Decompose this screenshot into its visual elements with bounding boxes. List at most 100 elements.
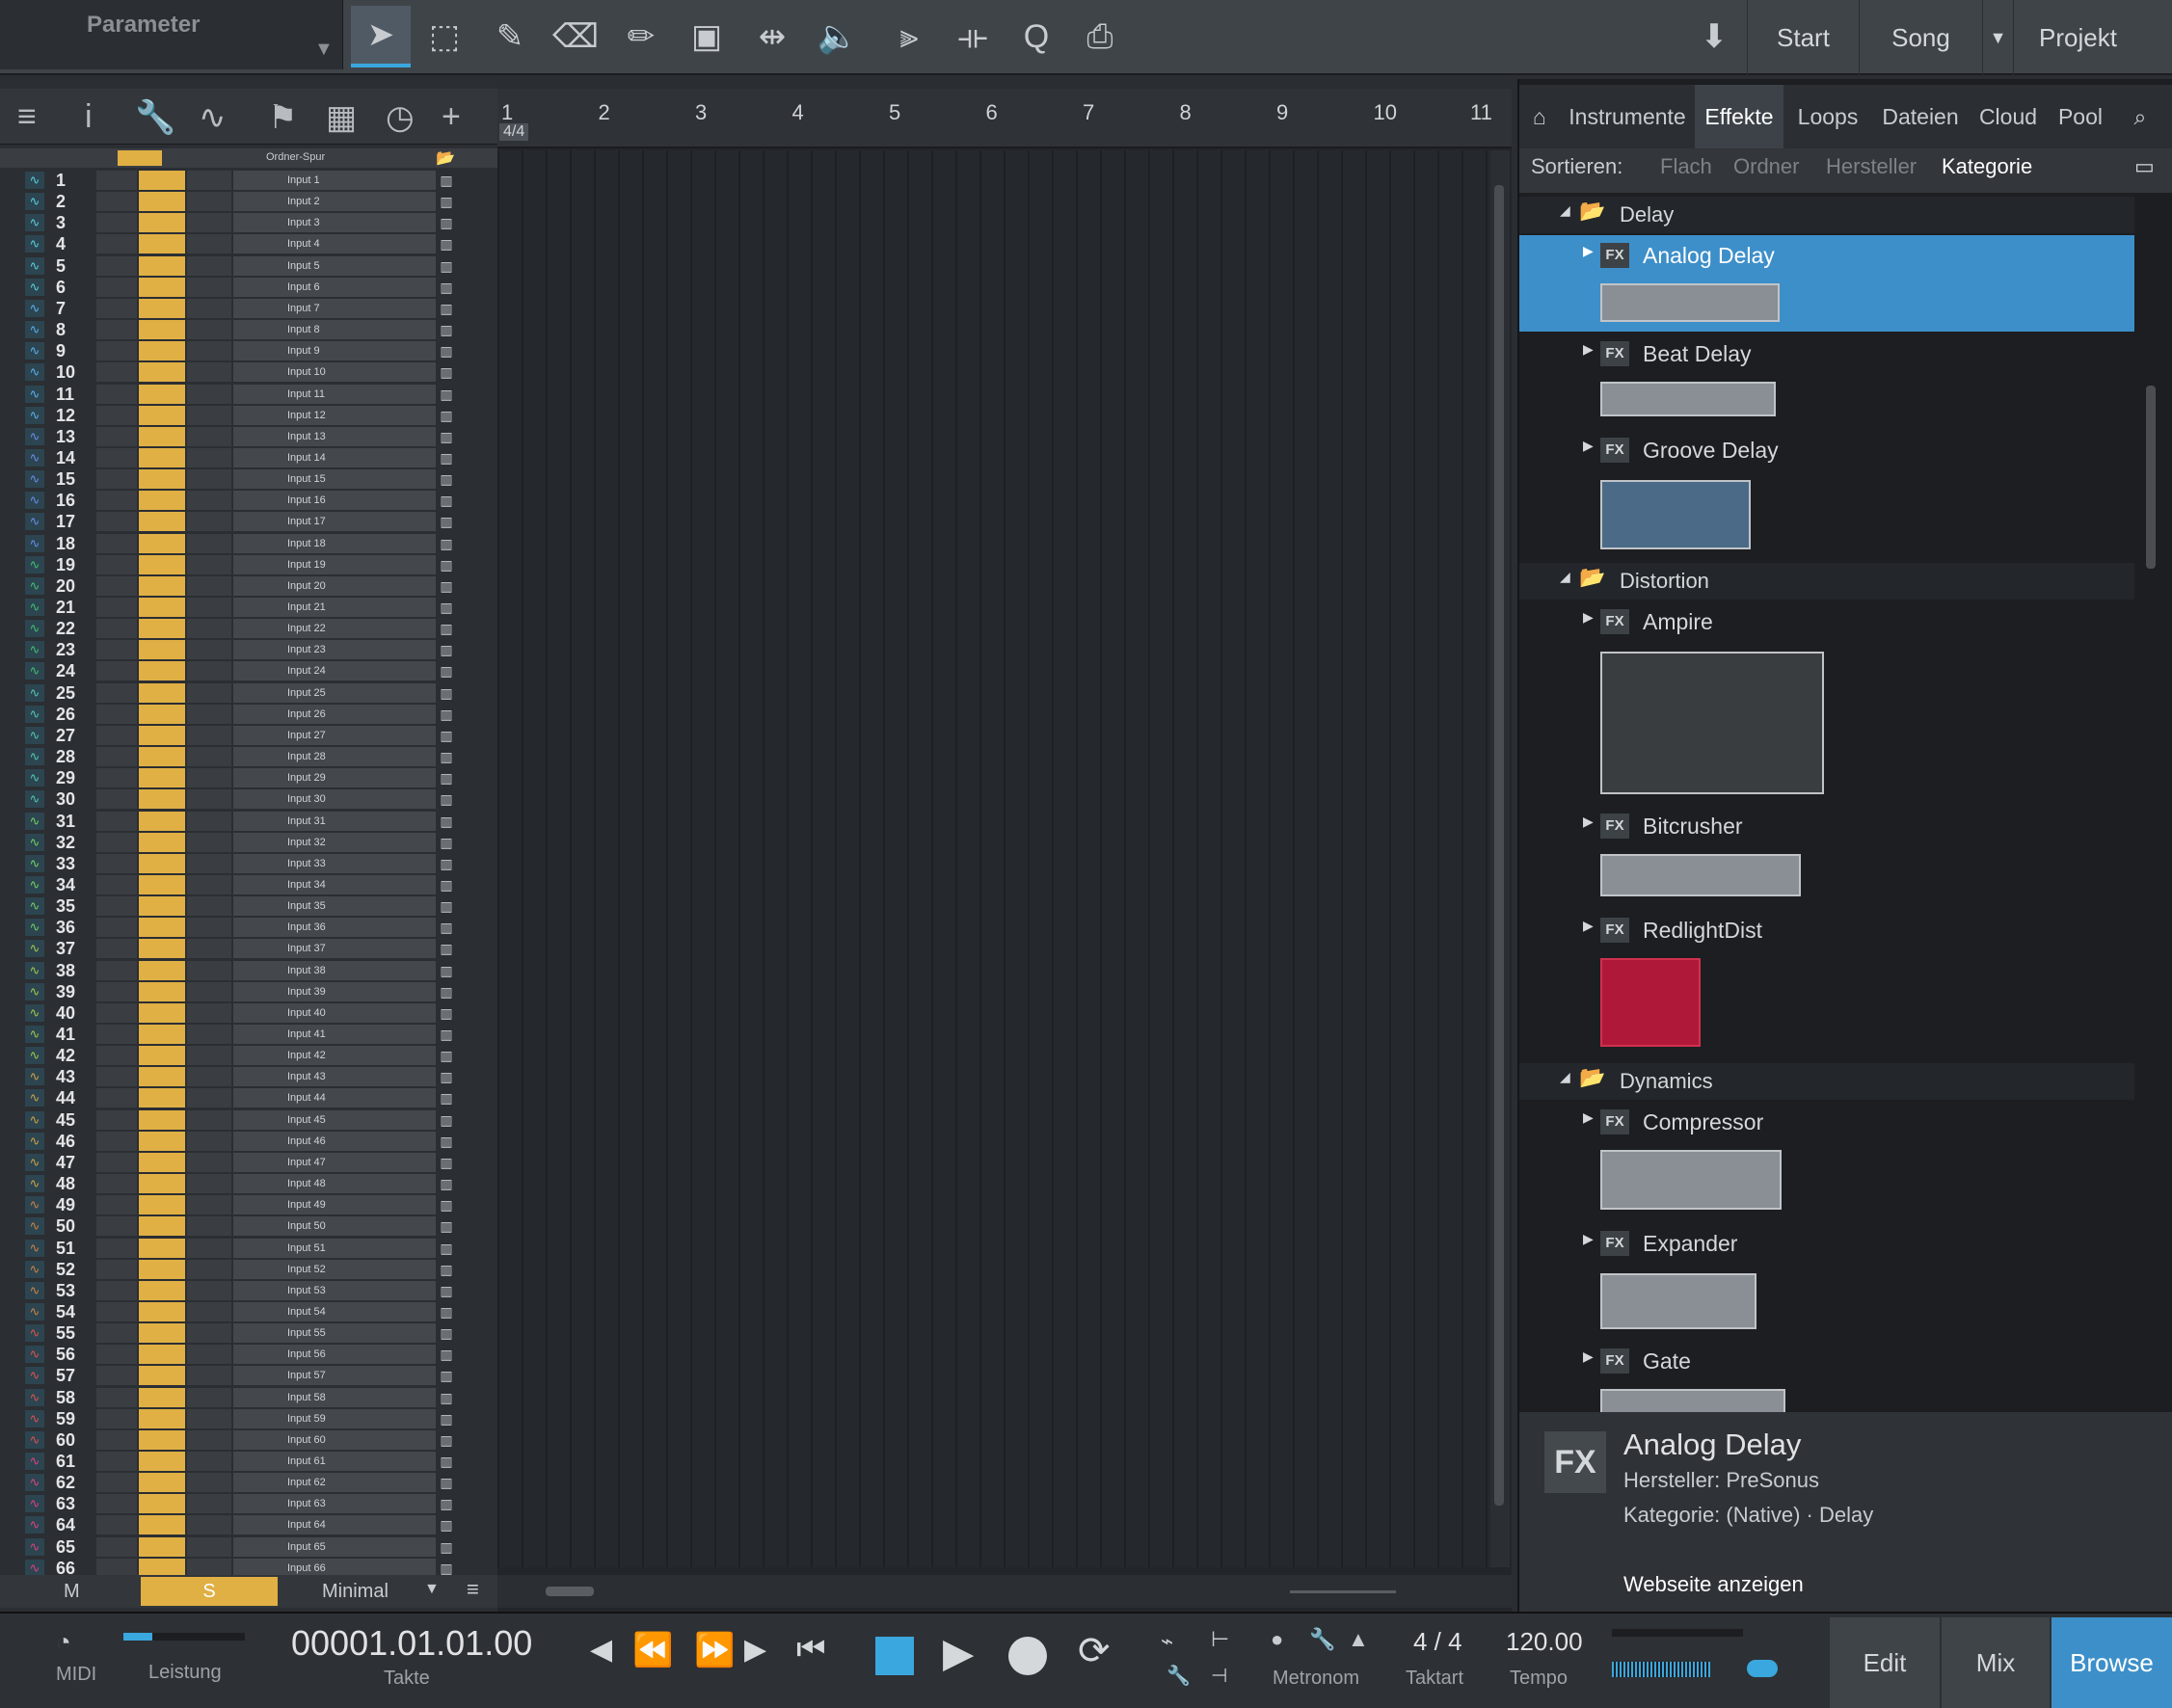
track-row[interactable]: ∿ 33 Input 33 ▥ [0, 853, 497, 874]
track-input[interactable]: Input 27 [233, 725, 436, 745]
track-record-cell[interactable] [187, 426, 231, 446]
track-input[interactable]: Input 38 [233, 960, 436, 980]
track-color-cell[interactable] [139, 1473, 185, 1493]
track-input[interactable]: Input 64 [233, 1515, 436, 1535]
play-button[interactable]: ▶ [943, 1629, 974, 1676]
category-distortion[interactable]: ◢ 📂 Distortion [1519, 563, 2134, 600]
track-input[interactable]: Input 49 [233, 1195, 436, 1215]
track-record-cell[interactable] [187, 447, 231, 467]
keyboard-icon[interactable]: ▥ [436, 171, 457, 190]
parameter-field[interactable]: Parameter ▼ [0, 0, 343, 69]
track-mute-cell[interactable] [96, 255, 137, 276]
tab-effekte[interactable]: Effekte [1695, 85, 1783, 148]
track-color-cell[interactable] [139, 661, 185, 681]
track-row[interactable]: ∿ 40 Input 40 ▥ [0, 1002, 497, 1024]
track-input[interactable]: Input 22 [233, 619, 436, 639]
keyboard-icon[interactable]: ▥ [436, 1345, 457, 1364]
track-input[interactable]: Input 17 [233, 512, 436, 532]
track-color-cell[interactable] [139, 1452, 185, 1471]
track-record-cell[interactable] [187, 1387, 231, 1407]
keyboard-icon[interactable]: ▥ [436, 234, 457, 254]
keyboard-icon[interactable]: ▥ [436, 661, 457, 681]
return-to-zero-icon[interactable]: ⏮ [796, 1631, 826, 1668]
track-mute-cell[interactable] [96, 1536, 137, 1557]
keyboard-icon[interactable]: ▥ [436, 918, 457, 937]
track-mute-cell[interactable] [96, 1002, 137, 1023]
keyboard-icon[interactable]: ▥ [436, 747, 457, 766]
track-record-cell[interactable] [187, 1323, 231, 1344]
track-input[interactable]: Input 47 [233, 1152, 436, 1172]
track-input[interactable]: Input 19 [233, 554, 436, 574]
fx-item-redlightdist[interactable]: ▶ FX RedlightDist [1519, 910, 2134, 1051]
track-record-cell[interactable] [187, 1259, 231, 1279]
track-record-cell[interactable] [187, 1536, 231, 1557]
track-color-cell[interactable] [139, 1301, 185, 1321]
track-row[interactable]: ∿ 63 Input 63 ▥ [0, 1493, 497, 1514]
mute-tool-icon[interactable]: ▣ [677, 6, 737, 67]
track-mute-cell[interactable] [96, 1109, 137, 1130]
track-record-cell[interactable] [187, 554, 231, 574]
track-row[interactable]: ∿ 47 Input 47 ▥ [0, 1152, 497, 1173]
track-record-cell[interactable] [187, 575, 231, 596]
track-color-cell[interactable] [139, 640, 185, 660]
keyboard-icon[interactable]: ▥ [436, 534, 457, 553]
track-input[interactable]: Input 20 [233, 575, 436, 596]
track-row[interactable]: ∿ 44 Input 44 ▥ [0, 1087, 497, 1108]
sort-ordner[interactable]: Ordner [1733, 154, 1799, 179]
track-input[interactable]: Input 61 [233, 1452, 436, 1471]
track-color-cell[interactable] [139, 789, 185, 810]
track-input[interactable]: Input 32 [233, 832, 436, 852]
keyboard-icon[interactable]: ▥ [436, 576, 457, 596]
track-color-cell[interactable] [139, 491, 185, 511]
track-mute-cell[interactable] [96, 832, 137, 852]
track-mute-cell[interactable] [96, 1216, 137, 1237]
track-mute-cell[interactable] [96, 682, 137, 703]
track-color-cell[interactable] [139, 1174, 185, 1194]
track-mute-cell[interactable] [96, 341, 137, 361]
view-select[interactable]: Minimal [322, 1581, 389, 1603]
stop-button[interactable] [875, 1637, 914, 1675]
track-record-cell[interactable] [187, 1002, 231, 1023]
track-color-cell[interactable] [139, 981, 185, 1001]
keyboard-icon[interactable]: ▥ [436, 1323, 457, 1343]
track-color-cell[interactable] [139, 1109, 185, 1130]
prev-marker-icon[interactable]: ◀ [590, 1633, 612, 1667]
signature-display[interactable]: 4 / 4 [1413, 1627, 1462, 1657]
nav-start-button[interactable]: Start [1747, 0, 1859, 75]
track-row[interactable]: ∿ 56 Input 56 ▥ [0, 1344, 497, 1365]
metronome-dot-icon[interactable]: ● [1271, 1627, 1283, 1652]
track-mute-cell[interactable] [96, 1131, 137, 1151]
keyboard-icon[interactable]: ▥ [436, 299, 457, 318]
track-record-cell[interactable] [187, 1429, 231, 1450]
tab-instrumente[interactable]: Instrumente [1560, 85, 1695, 148]
track-mute-cell[interactable] [96, 1515, 137, 1535]
track-row[interactable]: ∿ 61 Input 61 ▥ [0, 1451, 497, 1472]
bend-tool-icon[interactable]: ⇹ [742, 6, 802, 67]
track-input[interactable]: Input 23 [233, 640, 436, 660]
track-color-cell[interactable] [139, 768, 185, 788]
track-record-cell[interactable] [187, 853, 231, 873]
track-color-cell[interactable] [139, 1046, 185, 1066]
track-record-cell[interactable] [187, 682, 231, 703]
track-row[interactable]: ∿ 28 Input 28 ▥ [0, 746, 497, 767]
paint-tool-icon[interactable]: ✏ [611, 6, 671, 67]
track-record-cell[interactable] [187, 725, 231, 745]
track-mute-cell[interactable] [96, 1429, 137, 1450]
keyboard-icon[interactable]: ▥ [436, 812, 457, 831]
track-row[interactable]: ∿ 4 Input 4 ▥ [0, 233, 497, 254]
track-input[interactable]: Input 52 [233, 1259, 436, 1279]
track-row[interactable]: ∿ 3 Input 3 ▥ [0, 212, 497, 233]
track-row[interactable]: ∿ 8 Input 8 ▥ [0, 319, 497, 340]
tab-pool[interactable]: Pool [2048, 85, 2113, 148]
track-record-cell[interactable] [187, 768, 231, 788]
track-mute-cell[interactable] [96, 661, 137, 681]
track-color-cell[interactable] [139, 1536, 185, 1557]
search-icon[interactable]: ⌕ [2113, 85, 2167, 148]
keyboard-icon[interactable]: ▥ [436, 982, 457, 1001]
solo-all-button[interactable]: S [141, 1577, 278, 1606]
track-record-cell[interactable] [187, 298, 231, 318]
track-record-cell[interactable] [187, 384, 231, 404]
track-mute-cell[interactable] [96, 1025, 137, 1044]
track-row[interactable]: ∿ 45 Input 45 ▥ [0, 1109, 497, 1131]
track-input[interactable]: Input 26 [233, 704, 436, 724]
